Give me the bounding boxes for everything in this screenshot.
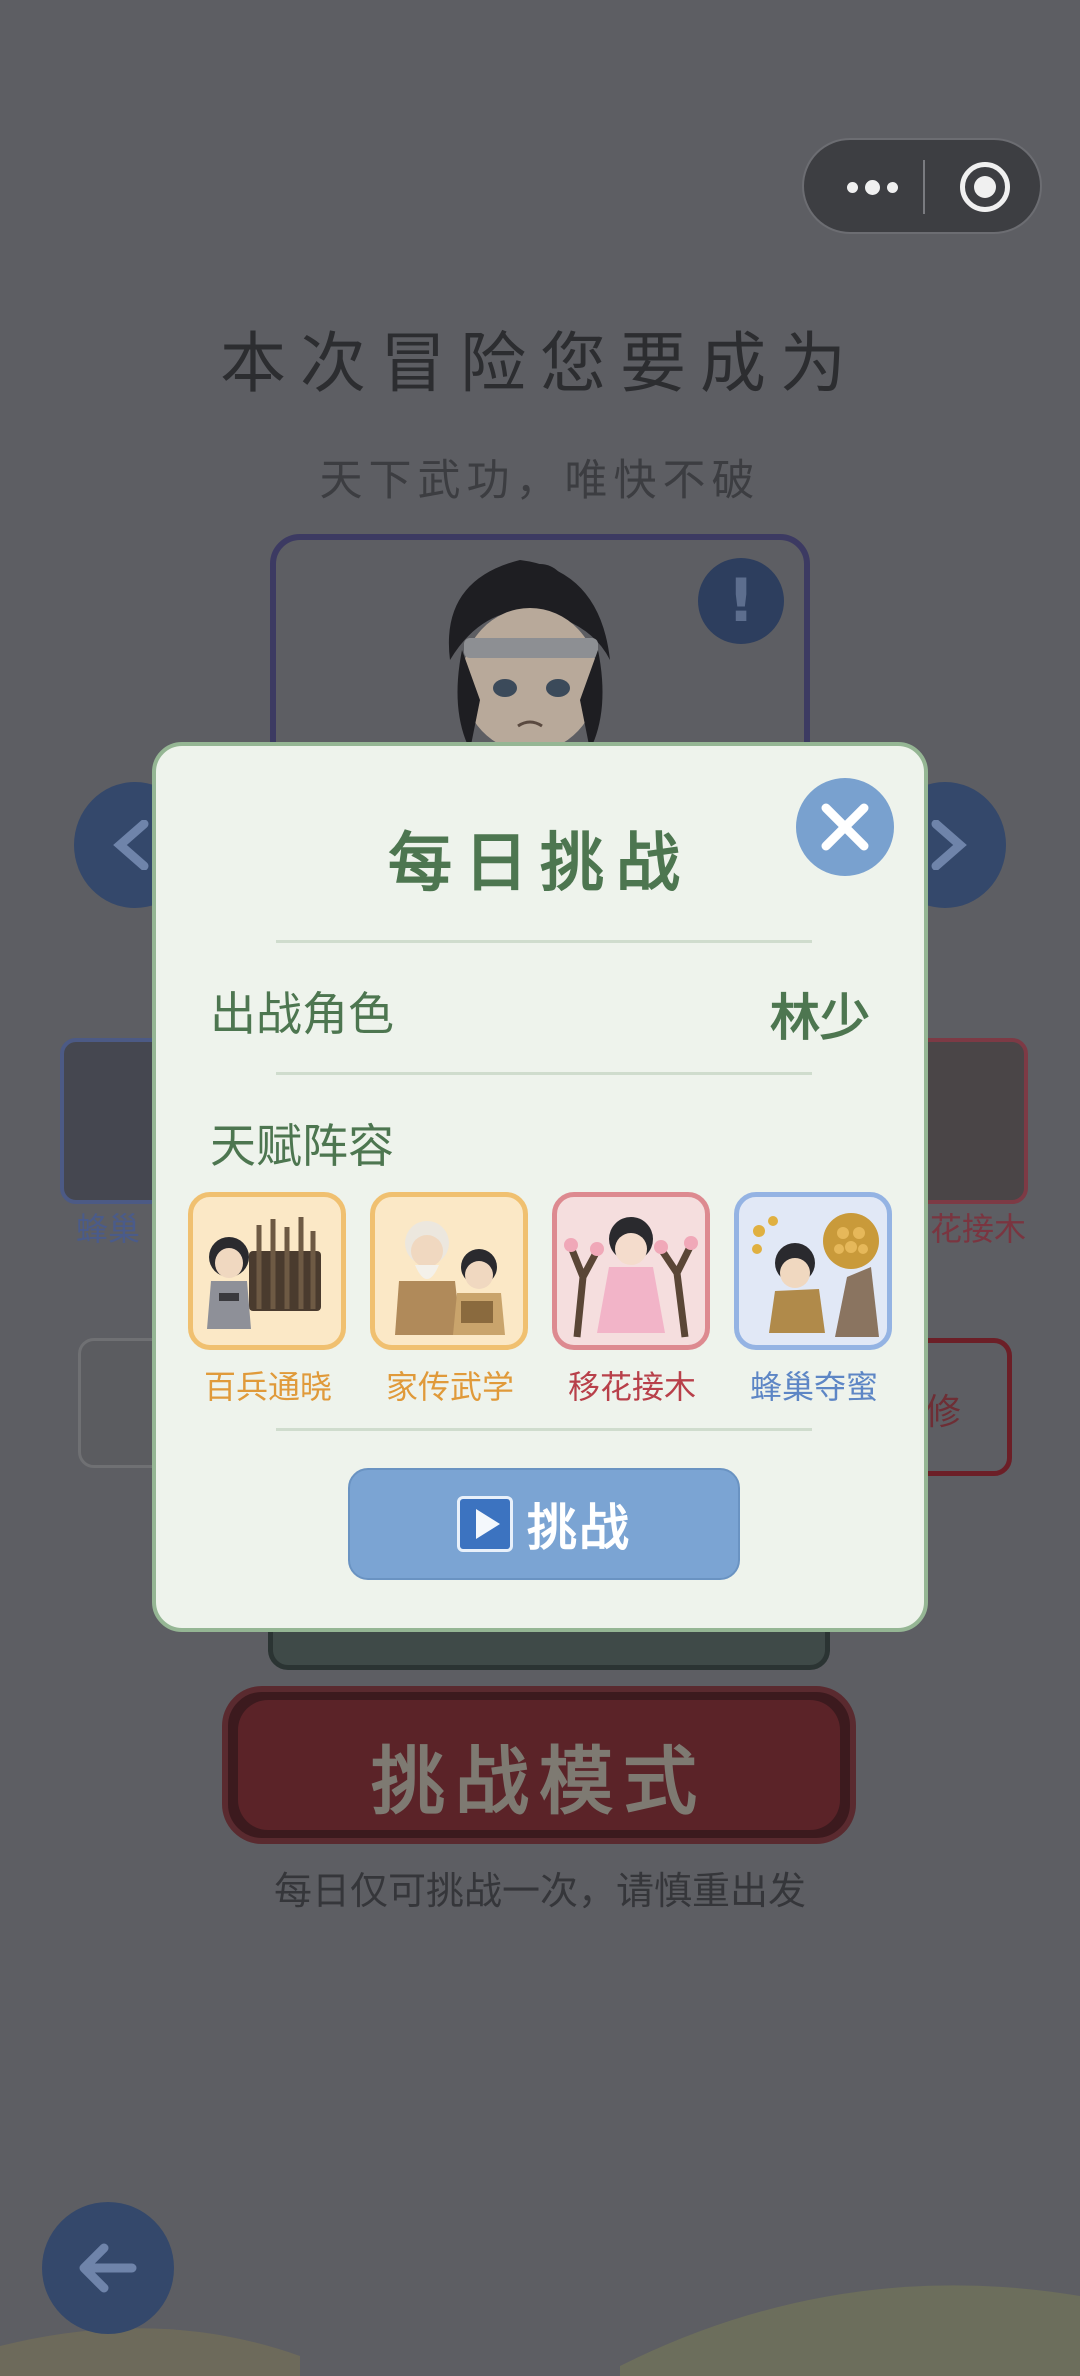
challenge-mode-button[interactable]: 挑战模式 xyxy=(222,1686,856,1844)
talent-name-weapons: 百兵通晓 xyxy=(203,1368,332,1406)
option-button-right-label: 修 xyxy=(925,1392,962,1433)
capsule-divider xyxy=(923,160,925,214)
back-arrow-icon xyxy=(79,2243,137,2293)
talent-card-weapons[interactable] xyxy=(188,1192,346,1350)
challenge-mode-hint: 每日仅可挑战一次，请慎重出发 xyxy=(273,1869,806,1913)
info-icon[interactable]: ! xyxy=(698,558,784,644)
daily-challenge-dialog: 每日挑战 出战角色 林少 天赋阵容 百兵通晓 家传武学 移花接木 蜂巢夺蜜 挑战 xyxy=(152,742,928,1632)
close-icon xyxy=(821,803,869,851)
close-button[interactable] xyxy=(796,778,894,876)
weapons-rack-image xyxy=(207,1217,321,1329)
talent-lineup-label: 天赋阵容 xyxy=(210,1119,394,1173)
page-title: 本次冒险您要成为 xyxy=(220,325,860,402)
graft-flower-image xyxy=(564,1217,698,1338)
talent-card-graft-flower[interactable] xyxy=(552,1192,710,1350)
mini-program-capsule xyxy=(802,138,1042,234)
more-dots-icon[interactable] xyxy=(834,162,910,212)
talent-card-beehive[interactable] xyxy=(734,1192,892,1350)
talent-label-right: 花接木 xyxy=(930,1210,1027,1248)
divider xyxy=(276,940,812,943)
play-icon xyxy=(457,1496,513,1552)
divider xyxy=(276,1428,812,1431)
talent-name-family-arts: 家传武学 xyxy=(385,1368,514,1406)
divider xyxy=(276,1072,812,1075)
talent-name-beehive: 蜂巢夺蜜 xyxy=(749,1368,878,1406)
page-subtitle: 天下武功，唯快不破 xyxy=(319,456,761,506)
challenge-mode-label: 挑战模式 xyxy=(371,1739,707,1825)
challenge-button-label: 挑战 xyxy=(527,1499,631,1557)
challenge-button[interactable]: 挑战 xyxy=(348,1468,740,1580)
talent-card-family-arts[interactable] xyxy=(370,1192,528,1350)
talent-label-left: 蜂巢 xyxy=(76,1210,141,1248)
character-label: 出战角色 xyxy=(210,987,394,1041)
beehive-image xyxy=(752,1213,879,1337)
talent-name-graft-flower: 移花接木 xyxy=(567,1368,696,1406)
back-button[interactable] xyxy=(42,2202,174,2334)
family-arts-image xyxy=(395,1221,505,1335)
character-value: 林少 xyxy=(770,989,870,1047)
target-icon[interactable] xyxy=(960,162,1010,212)
